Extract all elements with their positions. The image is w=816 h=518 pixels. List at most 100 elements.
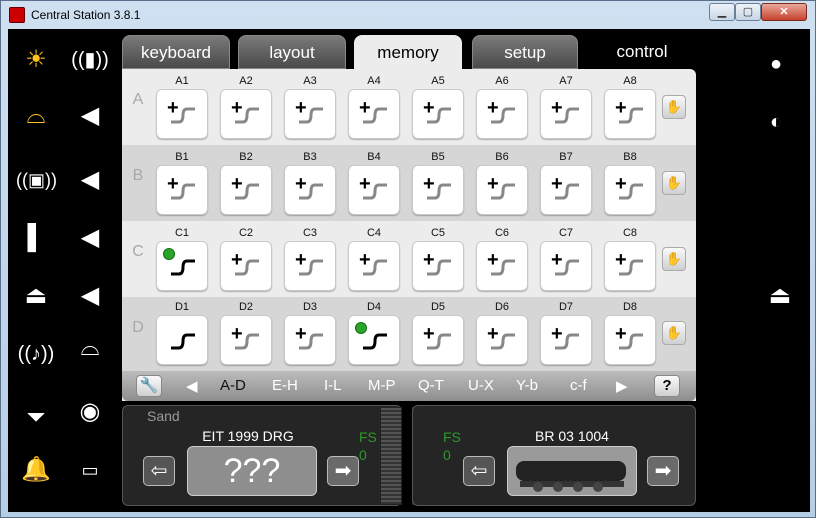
cell-button[interactable]: + [348,241,400,291]
cell-button[interactable]: + [220,315,272,365]
cell-button[interactable]: + [284,165,336,215]
cell-button[interactable] [156,315,208,365]
light-on-icon[interactable]: ☀ [16,43,56,77]
tab-keyboard[interactable]: keyboard [122,35,230,69]
ceiling-light-icon[interactable]: ⌓ [16,99,56,133]
range-i-l[interactable]: I-L [324,377,342,394]
cell-button[interactable]: + [156,165,208,215]
next-range-button[interactable]: ▶ [616,377,628,395]
memory-cell[interactable]: A5 + [412,75,464,143]
settings-button[interactable]: 🔧 [136,375,162,397]
memory-cell[interactable]: A1 + [156,75,208,143]
row-d-hand-button[interactable]: ✋ [662,321,686,345]
memory-cell[interactable]: D1 [156,301,208,369]
coupler-icon[interactable]: ▌ [16,221,56,255]
memory-cell[interactable]: B3 + [284,151,336,219]
prev-range-button[interactable]: ◀ [186,377,198,395]
memory-cell[interactable]: C1 [156,227,208,295]
memory-cell[interactable]: C2 + [220,227,272,295]
memory-cell[interactable]: C3 + [284,227,336,295]
cell-button[interactable]: + [540,165,592,215]
cell-button[interactable]: + [348,165,400,215]
sound-wireless-icon[interactable]: ((♪)) [16,337,56,371]
cell-button[interactable] [348,315,400,365]
cell-button[interactable]: + [604,241,656,291]
reverse-button[interactable]: ⇦ [143,456,175,486]
cell-button[interactable]: + [540,241,592,291]
memory-cell[interactable]: D7 + [540,301,592,369]
close-button[interactable]: ✕ [761,3,807,21]
whistle-icon[interactable]: ⏷ [16,401,56,435]
cab-light-icon[interactable]: ⌓ [70,331,110,365]
row-a-hand-button[interactable]: ✋ [662,95,686,119]
help-button[interactable]: ? [654,375,680,397]
memory-cell[interactable]: A6 + [476,75,528,143]
memory-cell[interactable]: B2 + [220,151,272,219]
memory-cell[interactable]: D5 + [412,301,464,369]
memory-cell[interactable]: B4 + [348,151,400,219]
range-u-x[interactable]: U-X [468,377,494,394]
cell-button[interactable]: + [156,89,208,139]
tab-control[interactable]: control [588,35,696,69]
wireless-train-icon[interactable]: ((▣)) [16,163,57,197]
radio-panel-icon[interactable]: ▭ [70,453,110,487]
cell-button[interactable]: + [412,241,464,291]
memory-cell[interactable]: C7 + [540,227,592,295]
headlight-icon[interactable]: ● [756,47,796,81]
range-a-d[interactable]: A-D [220,377,246,394]
cell-button[interactable]: + [220,241,272,291]
reverse-button[interactable]: ⇦ [463,456,495,486]
memory-cell[interactable]: D4 [348,301,400,369]
cell-button[interactable]: + [220,89,272,139]
tab-setup[interactable]: setup [472,35,578,69]
horn-4-icon[interactable]: ◀ [70,279,110,313]
weight-icon[interactable]: ⏏ [16,279,56,313]
memory-cell[interactable]: A4 + [348,75,400,143]
cell-button[interactable]: + [284,89,336,139]
memory-cell[interactable]: A7 + [540,75,592,143]
loco-image-button[interactable] [507,446,637,496]
loco-image-button[interactable]: ??? [187,446,317,496]
memory-cell[interactable]: C8 + [604,227,656,295]
horn-3-icon[interactable]: ◀ [70,221,110,255]
signal-wireless-icon[interactable]: ((▮)) [70,43,110,77]
cell-button[interactable]: + [476,165,528,215]
cell-button[interactable]: + [604,315,656,365]
cell-button[interactable]: + [412,315,464,365]
range-y-b[interactable]: Y-b [516,377,538,394]
maximize-button[interactable]: ▢ [735,3,761,21]
horn-icon[interactable]: ◀ [70,99,110,133]
memory-cell[interactable]: D8 + [604,301,656,369]
memory-cell[interactable]: B5 + [412,151,464,219]
memory-cell[interactable]: A3 + [284,75,336,143]
memory-cell[interactable]: D2 + [220,301,272,369]
cell-button[interactable]: + [220,165,272,215]
cell-button[interactable]: + [412,165,464,215]
range-c-f[interactable]: c-f [570,377,587,394]
cell-button[interactable]: + [476,315,528,365]
cell-button[interactable]: + [476,241,528,291]
memory-cell[interactable]: D6 + [476,301,528,369]
cell-button[interactable]: + [604,89,656,139]
weight-right-icon[interactable]: ⏏ [760,279,800,313]
cell-button[interactable]: + [284,241,336,291]
horn-2-icon[interactable]: ◀ [70,163,110,197]
cell-button[interactable] [156,241,208,291]
sound-speaker-icon[interactable]: ◉ [70,395,110,429]
forward-button[interactable]: ➡ [327,456,359,486]
range-m-p[interactable]: M-P [368,377,396,394]
memory-cell[interactable]: C5 + [412,227,464,295]
tab-memory[interactable]: memory [354,35,462,69]
row-b-hand-button[interactable]: ✋ [662,171,686,195]
speed-slider-left[interactable] [380,407,402,505]
range-q-t[interactable]: Q-T [418,377,444,394]
memory-cell[interactable]: B8 + [604,151,656,219]
tab-layout[interactable]: layout [238,35,346,69]
range-e-h[interactable]: E-H [272,377,298,394]
memory-cell[interactable]: C6 + [476,227,528,295]
forward-button[interactable]: ➡ [647,456,679,486]
cell-button[interactable]: + [412,89,464,139]
memory-cell[interactable]: D3 + [284,301,336,369]
cell-button[interactable]: + [476,89,528,139]
memory-cell[interactable]: C4 + [348,227,400,295]
